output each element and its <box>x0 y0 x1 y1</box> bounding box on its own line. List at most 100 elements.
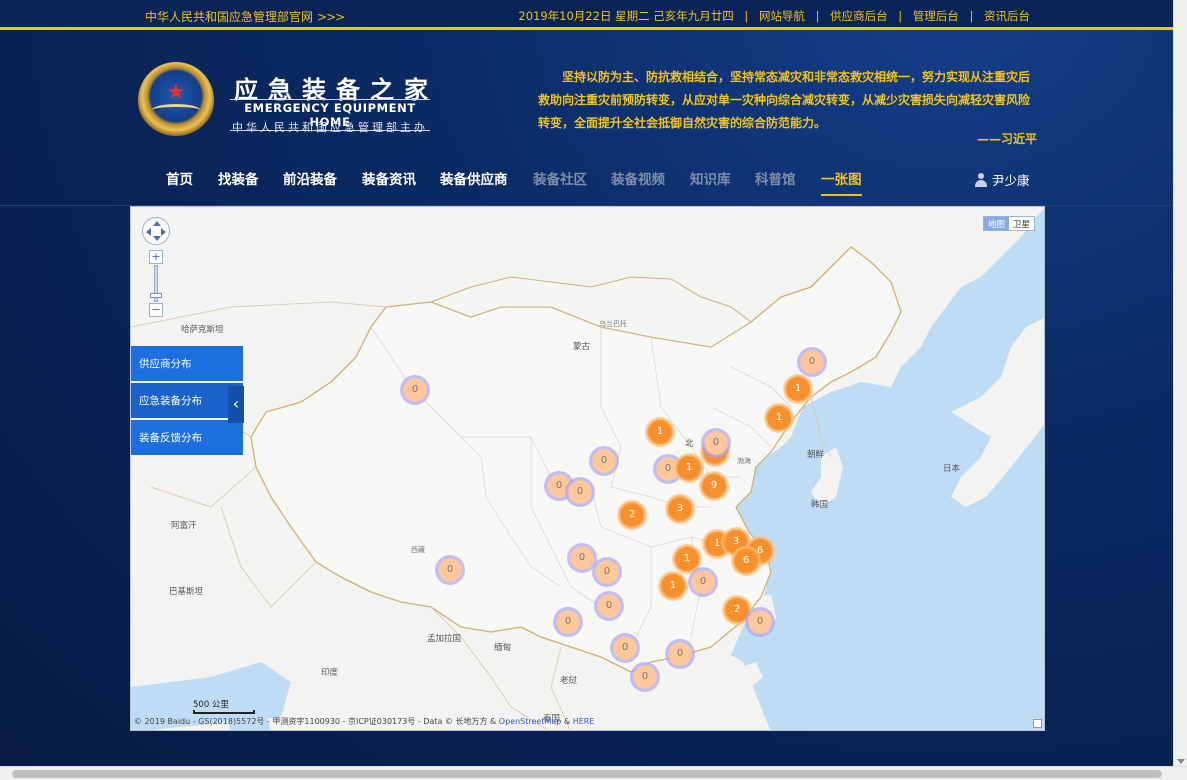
map-pan-control[interactable] <box>142 217 170 245</box>
news-backend-link[interactable]: 资讯后台 <box>984 9 1030 23</box>
map-cluster[interactable]: 0 <box>665 639 695 669</box>
map-label-bohai: 渤海 <box>737 457 751 465</box>
map-label-north-korea: 朝鲜 <box>807 450 825 460</box>
map-label-afghanistan: 阿富汗 <box>171 521 197 531</box>
map-label-india: 印度 <box>321 668 339 678</box>
map-cluster[interactable]: 0 <box>589 446 619 476</box>
pan-left-icon[interactable] <box>146 228 151 236</box>
map-cluster[interactable]: 6 <box>731 546 761 576</box>
pan-up-icon[interactable] <box>153 221 161 226</box>
nav-community[interactable]: 装备社区 <box>533 168 587 188</box>
separator: | <box>969 9 974 23</box>
zoom-out-button[interactable]: − <box>149 303 163 317</box>
map-cluster[interactable]: 0 <box>400 375 430 405</box>
here-link[interactable]: HERE <box>573 717 595 726</box>
map-type-satellite[interactable]: 卫星 <box>1009 217 1034 230</box>
separator: | <box>744 9 749 23</box>
current-date: 2019年10月22日 星期二 己亥年九月廿四 <box>518 9 734 23</box>
osm-link[interactable]: OpenStreetMap <box>499 717 562 726</box>
map-type-switch: 地图 卫星 <box>982 216 1035 231</box>
map-cluster[interactable]: 1 <box>645 417 675 447</box>
map-cluster[interactable]: 1 <box>658 571 688 601</box>
map-label-beijing: 北 <box>685 439 694 449</box>
map-scale: 500 公里 <box>193 698 255 714</box>
nav-one-map[interactable]: 一张图 <box>821 168 862 196</box>
top-bar: 中华人民共和国应急管理部官网 >>> 2019年10月22日 星期二 己亥年九月廿… <box>0 0 1173 30</box>
nav-knowledge-base[interactable]: 知识库 <box>690 168 731 188</box>
top-links: 2019年10月22日 星期二 己亥年九月廿四 | 网站导航 | 供应商后台 |… <box>518 8 1030 24</box>
supplier-backend-link[interactable]: 供应商后台 <box>830 9 888 23</box>
horizontal-scrollbar[interactable] <box>0 766 1187 780</box>
feedback-distribution-button[interactable]: 装备反馈分布 <box>131 420 243 457</box>
map-cluster[interactable]: 0 <box>565 477 595 507</box>
distribution-map[interactable]: 哈萨克斯坦 蒙古 乌兰巴托 阿富汗 巴基斯坦 孟加拉国 缅甸 印度 老挝 泰国 … <box>130 206 1045 731</box>
wing-icon <box>152 104 200 116</box>
leader-quote: 坚持以防为主、防抗救相结合，坚持常态减灾和非常态救灾相统一，努力实现从注重灾后救… <box>538 70 1031 130</box>
map-cluster[interactable]: 0 <box>630 662 660 692</box>
nav-home[interactable]: 首页 <box>166 168 193 188</box>
map-label-laos: 老挝 <box>560 676 578 686</box>
map-cluster[interactable]: 0 <box>594 591 624 621</box>
separator: | <box>898 9 903 23</box>
map-cluster[interactable]: 1 <box>783 374 813 404</box>
pan-right-icon[interactable] <box>161 228 166 236</box>
distribution-side-panel: 供应商分布 应急装备分布 装备反馈分布 <box>131 346 243 457</box>
map-label-south-korea: 韩国 <box>811 500 829 510</box>
separator: | <box>815 9 820 23</box>
map-scale-bar <box>193 710 255 714</box>
emergency-emblem-logo[interactable]: ★ <box>138 62 214 138</box>
map-cluster[interactable]: 0 <box>435 555 465 585</box>
chevrons-right-icon: >>> <box>317 10 345 24</box>
map-cluster[interactable]: 1 <box>764 403 794 433</box>
horizontal-scroll-thumb[interactable] <box>12 770 1162 778</box>
ministry-link[interactable]: 中华人民共和国应急管理部官网 >>> <box>145 8 345 25</box>
map-label-kazakhstan: 哈萨克斯坦 <box>181 325 224 335</box>
collapse-panel-chevron-left-icon[interactable]: ‹ <box>228 386 244 423</box>
map-label-ulaanbaatar: 乌兰巴托 <box>599 320 627 328</box>
nav-science-hall[interactable]: 科普馆 <box>755 168 796 188</box>
map-cluster[interactable]: 0 <box>688 567 718 597</box>
ministry-link-label[interactable]: 中华人民共和国应急管理部官网 <box>145 10 313 24</box>
map-label-tibet: 西藏 <box>411 546 425 554</box>
map-cluster[interactable]: 9 <box>699 471 729 501</box>
nav-frontier-equipment[interactable]: 前沿装备 <box>283 168 337 188</box>
map-label-bangladesh: 孟加拉国 <box>427 634 462 644</box>
pan-down-icon[interactable] <box>153 236 161 241</box>
map-cluster[interactable]: 0 <box>797 347 827 377</box>
map-cluster[interactable]: 0 <box>592 557 622 587</box>
scroll-down-icon[interactable] <box>1177 759 1185 764</box>
map-type-map[interactable]: 地图 <box>983 217 1009 230</box>
map-cluster[interactable]: 0 <box>701 428 731 458</box>
map-label-japan: 日本 <box>943 464 961 474</box>
brand-subtitle: 中华人民共和国应急管理部主办 <box>232 121 428 134</box>
nav-suppliers[interactable]: 装备供应商 <box>440 168 508 188</box>
map-label-mongolia: 蒙古 <box>573 342 591 352</box>
map-cluster[interactable]: 0 <box>610 633 640 663</box>
copyright-amp: & <box>561 717 573 726</box>
map-cluster[interactable]: 0 <box>745 607 775 637</box>
quote-author: ——习近平 <box>977 132 1038 146</box>
zoom-in-button[interactable]: + <box>149 250 163 264</box>
equipment-distribution-button[interactable]: 应急装备分布 <box>131 383 243 420</box>
map-scale-label: 500 公里 <box>193 700 229 710</box>
star-icon: ★ <box>166 80 186 105</box>
site-nav-link[interactable]: 网站导航 <box>759 9 805 23</box>
user-icon <box>975 173 987 187</box>
map-cluster[interactable]: 3 <box>665 494 695 524</box>
map-cluster[interactable]: 0 <box>553 607 583 637</box>
resize-handle[interactable] <box>1033 719 1042 728</box>
zoom-slider-handle[interactable] <box>150 293 162 298</box>
nav-equipment-news[interactable]: 装备资讯 <box>362 168 416 188</box>
nav-find-equipment[interactable]: 找装备 <box>218 168 259 188</box>
map-label-pakistan: 巴基斯坦 <box>169 587 204 597</box>
map-copyright: © 2019 Baidu - GS(2018)5572号 - 甲测资字11009… <box>134 716 594 727</box>
map-cluster[interactable]: 2 <box>617 500 647 530</box>
nav-videos[interactable]: 装备视频 <box>611 168 665 188</box>
user-name[interactable]: 尹少康 <box>992 173 1030 188</box>
admin-backend-link[interactable]: 管理后台 <box>913 9 959 23</box>
user-menu[interactable]: 尹少康 <box>975 170 1030 189</box>
map-base-layer <box>131 209 1044 730</box>
copyright-text: © 2019 Baidu - GS(2018)5572号 - 甲测资字11009… <box>134 717 499 726</box>
vertical-scrollbar[interactable] <box>1173 0 1187 766</box>
supplier-distribution-button[interactable]: 供应商分布 <box>131 346 243 383</box>
